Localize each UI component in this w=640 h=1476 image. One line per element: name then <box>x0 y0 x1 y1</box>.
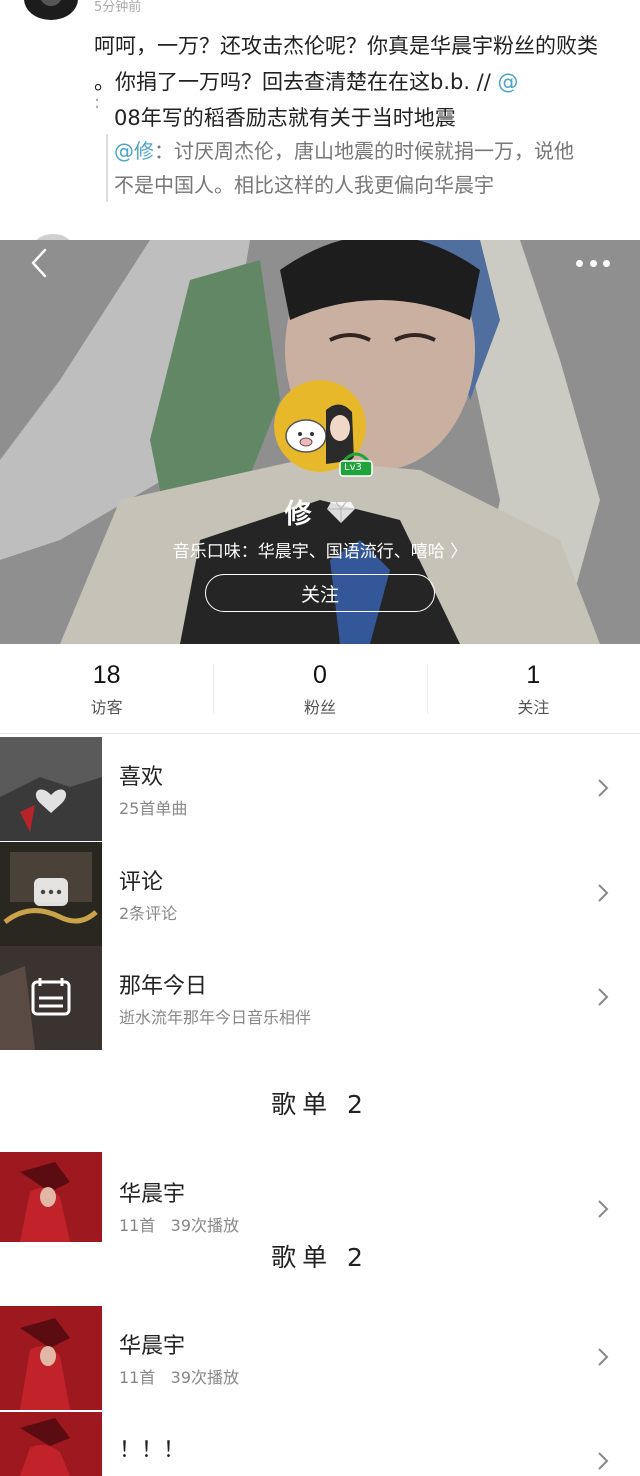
chevron-right-icon <box>598 1452 609 1470</box>
playlist-cover <box>0 1306 102 1410</box>
username-row: 修 <box>0 492 640 531</box>
stat-following-value: 1 <box>526 661 541 689</box>
this-day-thumbnail <box>0 946 102 1050</box>
comment-card: 5分钟前 呵呵，一万？还攻击杰伦呢？你真是华晨宇粉丝的败类 。你捐了一万吗？回去… <box>0 0 640 246</box>
chevron-right-icon <box>598 1348 609 1366</box>
playlist-cover <box>0 1412 102 1476</box>
profile-header: Lv3 修 音乐口味：华晨宇、国语流行、嘻哈 〉 关注 <box>0 240 640 644</box>
stat-fans-value: 0 <box>313 661 327 689</box>
playlist-item[interactable]: 华晨宇 11首 39次播放 <box>0 1306 640 1410</box>
this-day-subtitle: 逝水流年那年今日音乐相伴 <box>119 1008 312 1027</box>
comments-title: 评论 <box>119 870 164 895</box>
menu-item-comments[interactable]: 评论 2条评论 <box>0 842 640 946</box>
back-icon[interactable] <box>28 248 50 278</box>
comment-text: 呵呵，一万？还攻击杰伦呢？你真是华晨宇粉丝的败类 。你捐了一万吗？回去查清楚在在… <box>94 28 622 136</box>
quote-mention[interactable]: @修 <box>114 139 154 163</box>
comments-subtitle: 2条评论 <box>119 904 178 923</box>
chevron-right-icon <box>598 1200 609 1218</box>
playlist-cover <box>0 1152 102 1242</box>
menu-item-this-day[interactable]: 那年今日 逝水流年那年今日音乐相伴 <box>0 946 640 1050</box>
this-day-title: 那年今日 <box>119 974 208 999</box>
comment-line-2-text: 。你捐了一万吗？回去查清楚在在这b.b. // <box>94 70 491 94</box>
quote-line-1: @修：讨厌周杰伦，唐山地震的时候就捐一万，说他 <box>114 134 626 168</box>
stat-visitors-label: 访客 <box>90 698 123 717</box>
music-taste-link[interactable]: 音乐口味：华晨宇、国语流行、嘻哈 〉 <box>0 537 640 562</box>
playlist-title: 华晨宇 <box>119 1334 186 1359</box>
stat-fans[interactable]: 0 粉丝 <box>213 644 426 733</box>
playlist-item-partial[interactable]: ！！！ <box>0 1412 640 1476</box>
comment-colon: : <box>94 92 101 113</box>
playlist-count: 11首 <box>119 1368 156 1387</box>
comment-line-3: 08年写的稻香励志就有关于当时地震 <box>114 106 456 130</box>
chevron-right-icon <box>598 988 609 1006</box>
stat-visitors-value: 18 <box>92 661 121 689</box>
likes-thumbnail <box>0 737 102 841</box>
chevron-right-icon <box>598 779 609 797</box>
likes-title: 喜欢 <box>119 765 164 790</box>
playlist-title: 华晨宇 <box>119 1182 186 1207</box>
likes-subtitle: 25首单曲 <box>119 799 188 818</box>
playlist-count: 11首 <box>119 1216 156 1235</box>
comments-thumbnail <box>0 842 102 946</box>
playlist-plays: 39次播放 <box>170 1368 240 1387</box>
comment-mention[interactable]: @ <box>498 70 519 94</box>
quote-line-2: 不是中国人。相比这样的人我更偏向华晨宇 <box>114 173 494 197</box>
more-icon[interactable] <box>576 258 610 268</box>
level-label: Lv3 <box>344 462 362 473</box>
playlist-section-heading: 歌单 2 <box>271 1090 369 1119</box>
playlist-section-heading: 歌单 2 <box>271 1243 369 1272</box>
username: 修 <box>284 499 312 530</box>
playlist-item[interactable]: 华晨宇 11首 39次播放 <box>0 1152 640 1242</box>
quoted-comment: @修：讨厌周杰伦，唐山地震的时候就捐一万，说他 不是中国人。相比这样的人我更偏向… <box>106 134 626 202</box>
chevron-right-icon <box>598 884 609 902</box>
stat-following[interactable]: 1 关注 <box>426 644 640 733</box>
avatar[interactable]: Lv3 <box>274 380 373 477</box>
stat-visitors[interactable]: 18 访客 <box>0 644 213 733</box>
commenter-avatar[interactable] <box>24 0 78 20</box>
diamond-icon[interactable] <box>326 500 356 524</box>
playlist-meta: 11首 39次播放 <box>119 1364 239 1388</box>
comment-line-2: 。你捐了一万吗？回去查清楚在在这b.b. // @ <box>94 64 622 100</box>
stat-fans-label: 粉丝 <box>303 698 336 717</box>
quote-text-1: ：讨厌周杰伦，唐山地震的时候就捐一万，说他 <box>154 139 574 163</box>
playlist-meta: 11首 39次播放 <box>119 1212 239 1236</box>
playlist-plays: 39次播放 <box>170 1216 240 1235</box>
stat-following-label: 关注 <box>517 698 550 717</box>
follow-button[interactable]: 关注 <box>205 574 435 612</box>
stats-bar: 18 访客 0 粉丝 1 关注 <box>0 644 640 734</box>
menu-item-likes[interactable]: 喜欢 25首单曲 <box>0 737 640 841</box>
comment-time: 5分钟前 <box>94 0 142 15</box>
playlist-title: ！！！ <box>119 1438 186 1463</box>
comment-line-1: 呵呵，一万？还攻击杰伦呢？你真是华晨宇粉丝的败类 <box>94 34 598 58</box>
